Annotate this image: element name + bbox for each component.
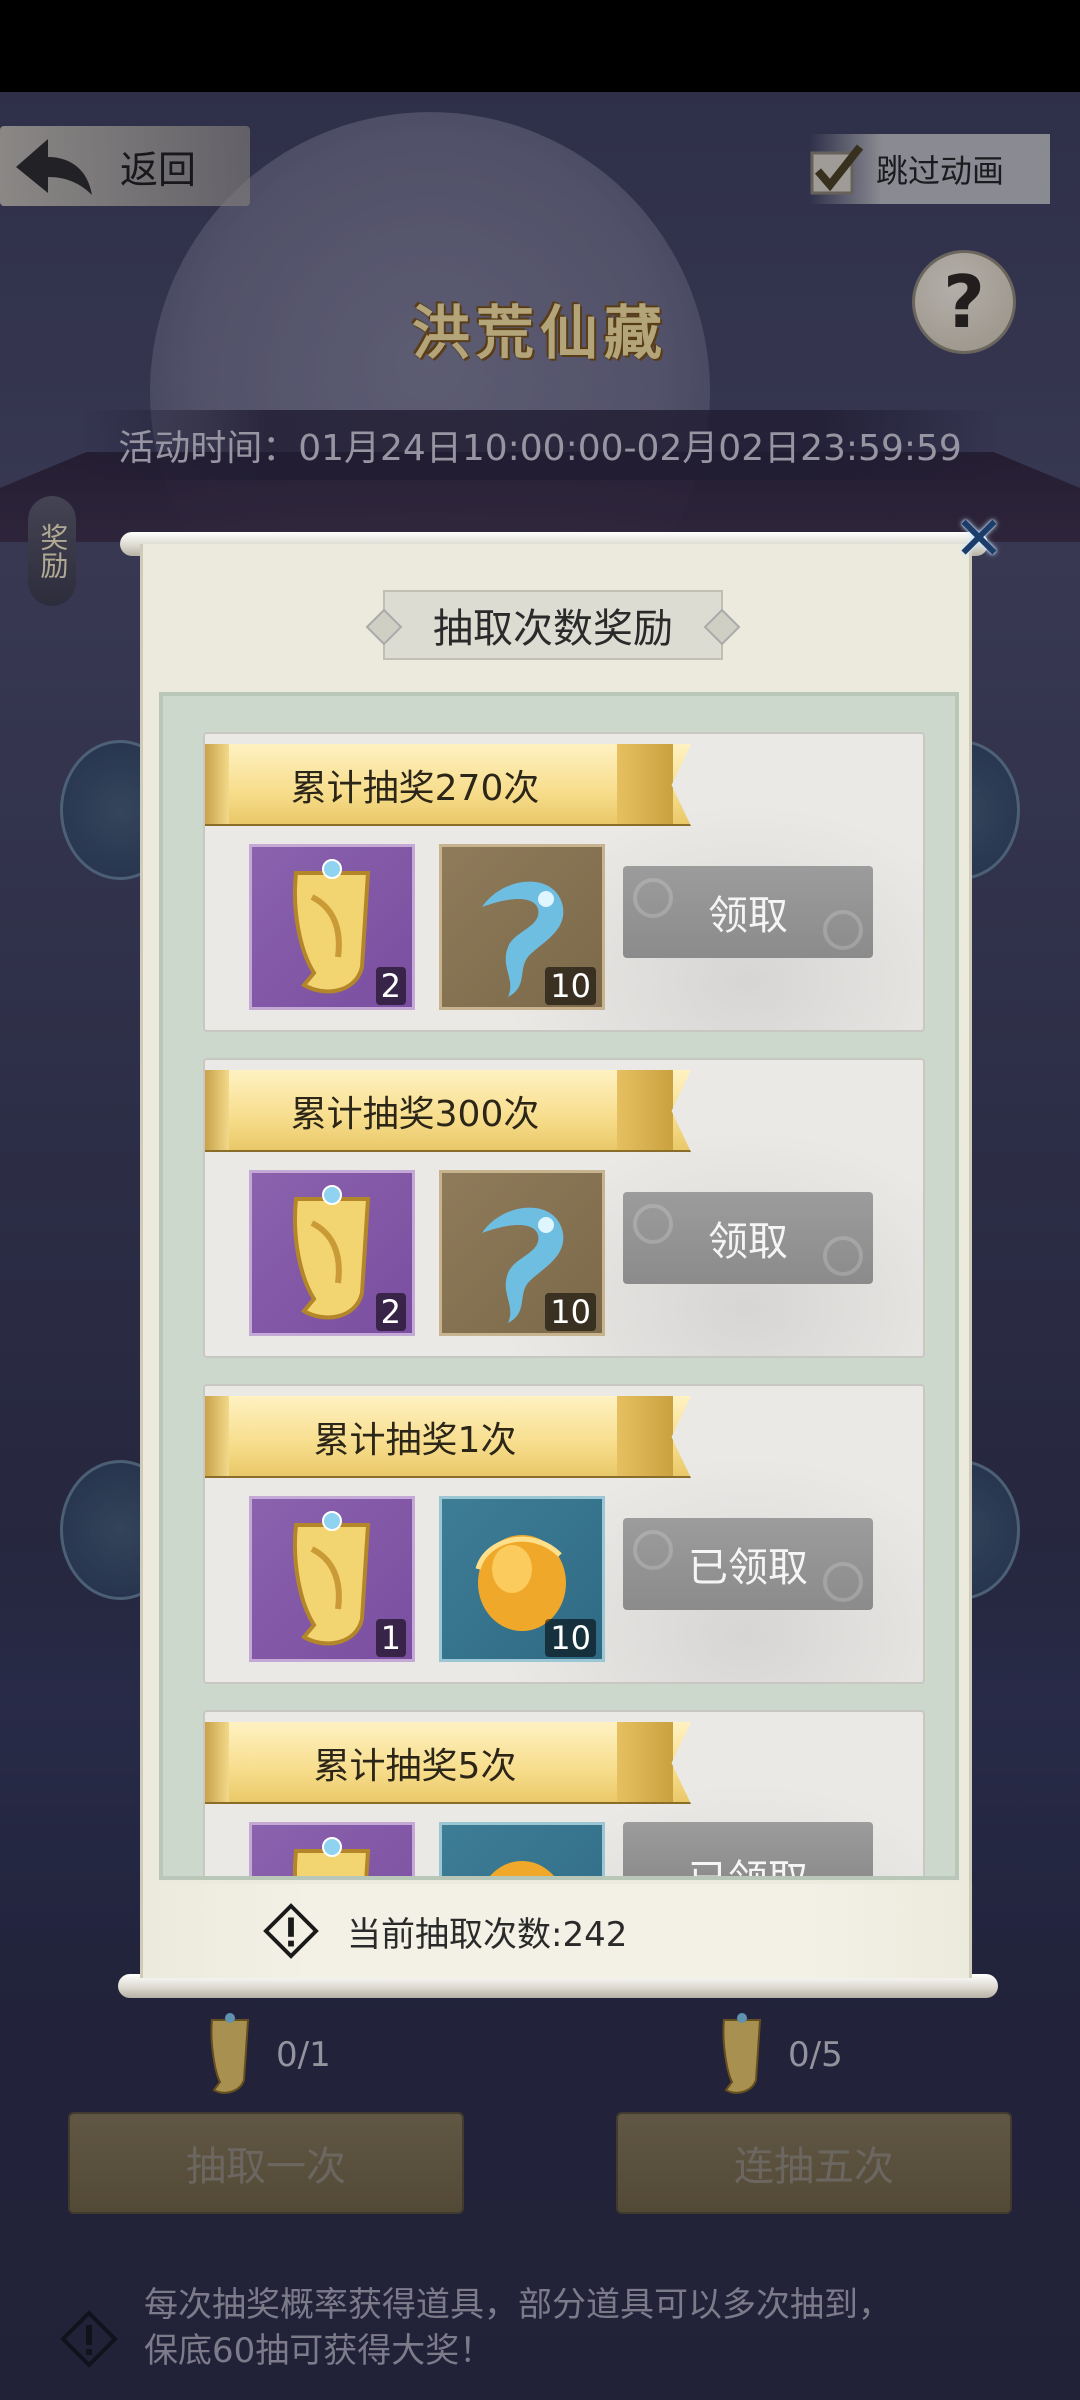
item-count: 10 xyxy=(545,1619,596,1657)
reward-milestone-label: 累计抽奖300次 xyxy=(290,1094,540,1135)
reward-item[interactable]: 10 xyxy=(439,1496,605,1662)
reward-item[interactable]: 2 xyxy=(249,844,415,1010)
current-draw-count-bar: 当前抽取次数:242 xyxy=(143,1884,975,1978)
reward-card: 累计抽奖1次 1 10 已领取 xyxy=(203,1384,925,1684)
item-count: 10 xyxy=(545,1293,596,1331)
reward-item[interactable]: 10 xyxy=(439,1170,605,1336)
reward-card: 累计抽奖270次 2 10 领取 xyxy=(203,732,925,1032)
modal-title-plaque: 抽取次数奖励 xyxy=(383,590,723,660)
item-count: 2 xyxy=(375,1293,406,1331)
claim-button-label: 已领取 xyxy=(688,1857,808,1880)
claim-button[interactable]: 领取 xyxy=(623,866,873,958)
reward-milestone-label: 累计抽奖270次 xyxy=(290,768,540,809)
current-draw-count: 当前抽取次数:242 xyxy=(347,1914,628,1955)
golden-scroll-icon xyxy=(292,1837,371,1876)
reward-item[interactable]: 10 xyxy=(439,844,605,1010)
claim-button-label: 已领取 xyxy=(688,1545,808,1591)
reward-item[interactable]: 1 xyxy=(249,1496,415,1662)
item-count: 1 xyxy=(375,1619,406,1657)
claim-button-label: 领取 xyxy=(708,1219,788,1265)
reward-list[interactable]: 累计抽奖270次 2 10 领取 累计抽奖300次 2 10 领取 累计抽奖1次… xyxy=(159,692,959,1880)
claim-button-label: 领取 xyxy=(708,893,788,939)
claimed-button: 已领取 xyxy=(623,1822,873,1880)
close-icon: ✕ xyxy=(953,504,1005,574)
warning-diamond-icon xyxy=(263,1903,319,1959)
gold-orb-icon xyxy=(490,1861,554,1876)
claim-button[interactable]: 领取 xyxy=(623,1192,873,1284)
reward-milestone-label: 累计抽奖5次 xyxy=(313,1746,517,1787)
draw-count-reward-modal: 抽取次数奖励 累计抽奖270次 2 10 领取 累计抽奖300次 2 10 领取… xyxy=(140,544,975,1978)
close-button[interactable]: ✕ xyxy=(948,504,1010,574)
modal-title: 抽取次数奖励 xyxy=(433,606,673,652)
reward-item[interactable] xyxy=(249,1822,415,1876)
status-bar xyxy=(0,0,1080,92)
reward-item[interactable] xyxy=(439,1822,605,1876)
reward-item[interactable]: 2 xyxy=(249,1170,415,1336)
reward-milestone-label: 累计抽奖1次 xyxy=(313,1420,517,1461)
reward-card: 累计抽奖5次 已领取 xyxy=(203,1710,925,1880)
claimed-button: 已领取 xyxy=(623,1518,873,1610)
item-count: 10 xyxy=(545,967,596,1005)
reward-card: 累计抽奖300次 2 10 领取 xyxy=(203,1058,925,1358)
item-count: 2 xyxy=(375,967,406,1005)
